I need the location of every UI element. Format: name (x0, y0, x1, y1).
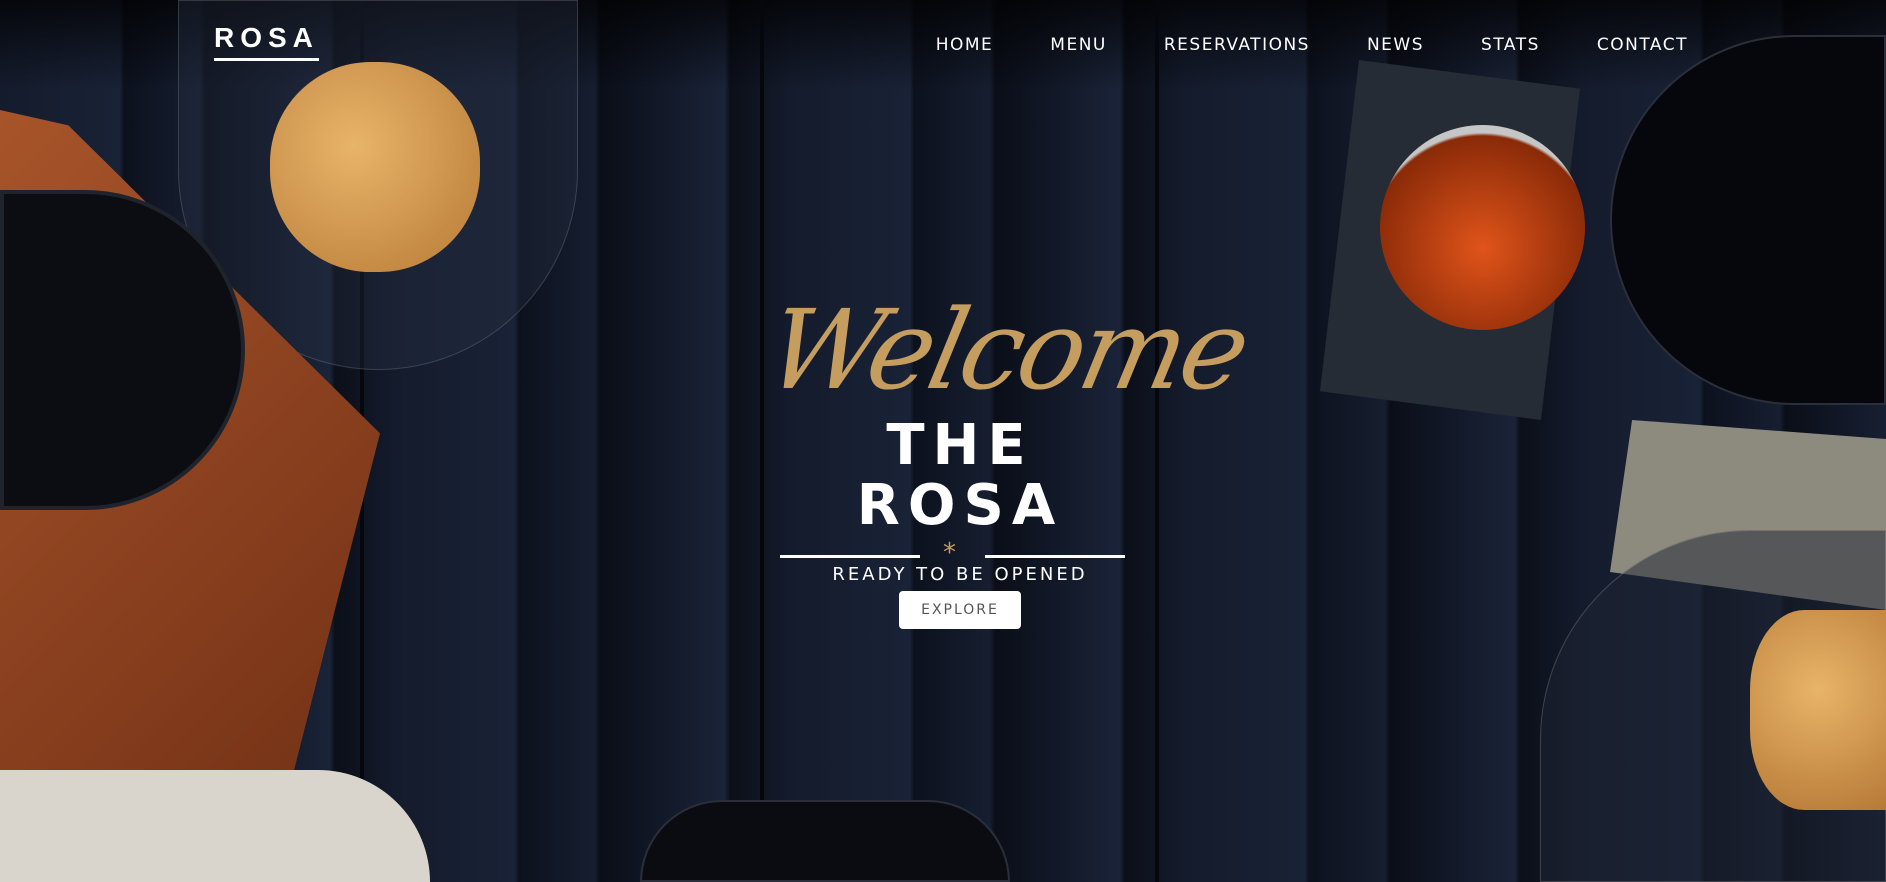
divider-line-right (985, 555, 1125, 558)
teapot-image (1380, 125, 1585, 330)
cookie-image (270, 62, 480, 272)
cookie-image (1750, 610, 1886, 810)
welcome-script: Welcome (756, 286, 1258, 414)
ornament-divider: * (780, 538, 1125, 568)
nav-stats[interactable]: STATS (1481, 35, 1540, 55)
logo[interactable]: ROSA (214, 22, 319, 61)
plank-seam (760, 0, 764, 882)
plate-image (640, 800, 1010, 882)
nav-home[interactable]: HOME (936, 35, 994, 55)
black-bowl-image (1610, 35, 1886, 405)
explore-button[interactable]: EXPLORE (899, 591, 1021, 629)
hero-subtitle: READY TO BE OPENED (832, 564, 1088, 585)
divider-line-left (780, 555, 920, 558)
nav-contact[interactable]: CONTACT (1597, 35, 1688, 55)
nav-reservations[interactable]: RESERVATIONS (1164, 35, 1310, 55)
top-nav: ROSA HOME MENU RESERVATIONS NEWS STATS C… (0, 0, 1886, 90)
hero-title: THE ROSA (856, 413, 1064, 538)
nav-menu: HOME MENU RESERVATIONS NEWS STATS CONTAC… (936, 35, 1688, 55)
hero-section: ROSA HOME MENU RESERVATIONS NEWS STATS C… (0, 0, 1886, 882)
fur-image (0, 770, 430, 882)
asterisk-icon: * (943, 538, 956, 568)
nav-menu-link[interactable]: MENU (1050, 35, 1107, 55)
hero-content: Welcome THE ROSA * READY TO BE OPENED EX… (756, 280, 1257, 629)
nav-news[interactable]: NEWS (1367, 35, 1424, 55)
plank-seam (1155, 0, 1159, 882)
